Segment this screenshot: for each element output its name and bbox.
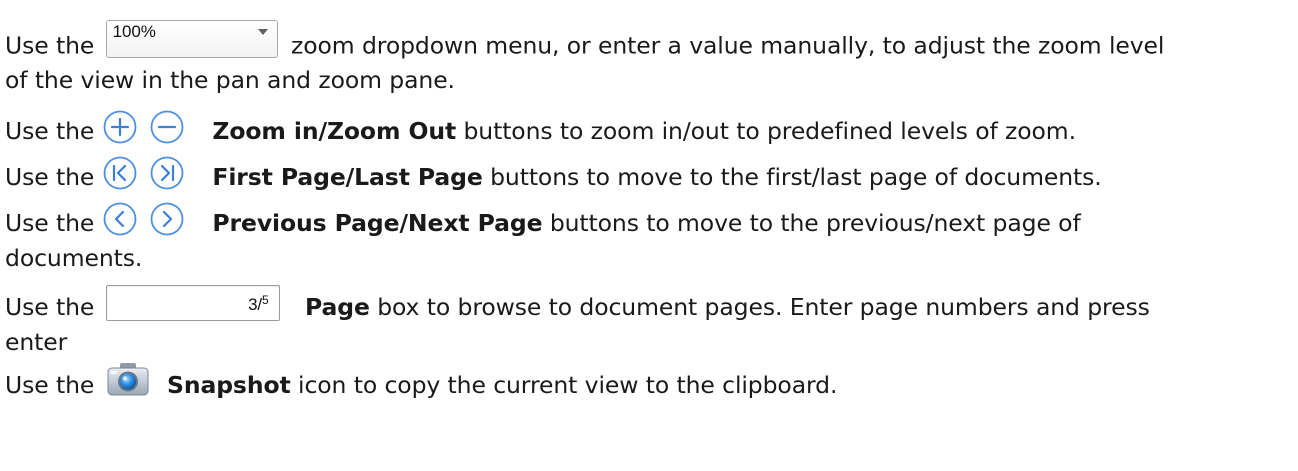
last-page-icon[interactable] (149, 155, 185, 191)
text-pre: Use the (5, 293, 95, 321)
paragraph-first-last: Use the First Page/Last Page buttons to … (5, 156, 1102, 197)
zoom-buttons-group (102, 110, 189, 151)
text-post: icon to copy the current view to the cli… (298, 371, 838, 399)
text-line2: of the view in the pan and zoom pane. (5, 66, 455, 94)
page-number-value: 3/5 (248, 290, 269, 315)
camera-icon[interactable] (106, 361, 150, 397)
paragraph-page-box: Use the 3/5 Page box to browse to docume… (5, 284, 1150, 327)
text-post: zoom dropdown menu, or enter a value man… (291, 31, 1165, 60)
first-page-icon[interactable] (102, 155, 138, 191)
text-bold: Page (305, 293, 370, 321)
text-post: buttons to zoom in/out to predefined lev… (463, 117, 1076, 145)
page-number-field[interactable]: 3/5 (105, 284, 280, 321)
paragraph-prev-next: Use the Previous Page/Next Page buttons … (5, 202, 1081, 243)
text-pre: Use the (5, 117, 95, 145)
zoom-out-icon[interactable] (149, 109, 185, 145)
text-bold: First Page/Last Page (212, 163, 483, 191)
zoom-dropdown-value: 100% (112, 22, 156, 41)
first-last-buttons-group (102, 156, 189, 197)
text-post: buttons to move to the first/last page o… (490, 163, 1102, 191)
text-pre: Use the (5, 371, 95, 399)
paragraph-zoom-dropdown: Use the 100% zoom dropdown menu, or ente… (5, 20, 1165, 66)
text-bold: Zoom in/Zoom Out (212, 117, 457, 145)
text-post: buttons to move to the previous/next pag… (549, 209, 1081, 237)
paragraph-prev-next-line2: documents. (5, 241, 142, 276)
text-bold: Snapshot (167, 371, 291, 399)
paragraph-zoom-buttons: Use the Zoom in/Zoom Out buttons to zoom… (5, 110, 1076, 151)
text-post: box to browse to document pages. Enter p… (377, 293, 1150, 321)
prev-next-buttons-group (102, 202, 189, 243)
text-line2: documents. (5, 244, 143, 272)
page-total: 5 (262, 292, 269, 307)
text-pre: Use the (5, 163, 95, 191)
text-line2: enter (5, 328, 68, 356)
zoom-dropdown[interactable]: 100% (105, 20, 278, 58)
previous-page-icon[interactable] (102, 201, 138, 237)
text-pre: Use the (5, 209, 95, 237)
zoom-in-icon[interactable] (102, 109, 138, 145)
paragraph-page-box-line2: enter (5, 325, 67, 360)
text-pre: Use the (5, 31, 95, 60)
next-page-icon[interactable] (149, 201, 185, 237)
paragraph-snapshot: Use the Snapshot icon to copy the curren… (5, 362, 838, 405)
text-bold: Previous Page/Next Page (212, 209, 543, 237)
chevron-down-icon (257, 29, 268, 35)
paragraph-zoom-dropdown-line2: of the view in the pan and zoom pane. (5, 63, 455, 98)
